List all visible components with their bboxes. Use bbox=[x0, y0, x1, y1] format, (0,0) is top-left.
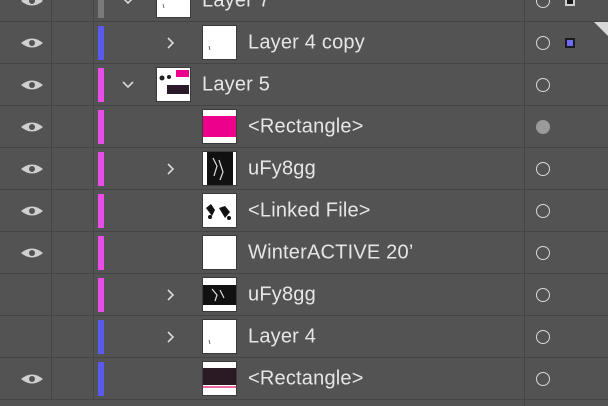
chevron-right-icon[interactable] bbox=[163, 35, 179, 51]
visibility-toggle[interactable] bbox=[0, 316, 52, 357]
visibility-toggle[interactable] bbox=[0, 22, 52, 63]
target-circle-icon[interactable] bbox=[536, 245, 550, 260]
layer-color-bar bbox=[98, 236, 104, 270]
current-layer-corner-icon bbox=[594, 22, 608, 36]
target-circle-icon[interactable] bbox=[536, 119, 550, 134]
lock-toggle[interactable] bbox=[52, 64, 94, 105]
lock-toggle[interactable] bbox=[52, 358, 94, 399]
layer-row[interactable]: Layer 5 bbox=[0, 64, 608, 106]
eye-icon[interactable] bbox=[20, 121, 44, 133]
target-circle-icon[interactable] bbox=[536, 371, 550, 386]
eye-icon[interactable] bbox=[20, 163, 44, 175]
eye-icon[interactable] bbox=[20, 37, 44, 49]
layer-color-bar bbox=[98, 362, 104, 396]
visibility-toggle[interactable] bbox=[0, 274, 52, 315]
eye-icon[interactable] bbox=[20, 0, 44, 7]
chevron-right-icon[interactable] bbox=[163, 287, 179, 303]
layer-thumbnail bbox=[202, 109, 237, 144]
visibility-toggle[interactable] bbox=[0, 148, 52, 189]
eye-icon[interactable] bbox=[20, 247, 44, 259]
visibility-toggle[interactable] bbox=[0, 190, 52, 231]
layer-row[interactable]: <Linked File> bbox=[0, 190, 608, 232]
layers-panel: Layer 7 Layer 4 copy Layer 5 <Rectangle> uFy… bbox=[0, 0, 608, 406]
lock-toggle[interactable] bbox=[52, 274, 94, 315]
target-circle-icon[interactable] bbox=[536, 35, 550, 50]
layer-color-bar bbox=[98, 68, 104, 102]
target-circle-icon[interactable] bbox=[536, 161, 550, 176]
layer-color-bar bbox=[98, 152, 104, 186]
lock-toggle[interactable] bbox=[52, 232, 94, 273]
eye-icon[interactable] bbox=[20, 205, 44, 217]
chevron-right-icon[interactable] bbox=[163, 329, 179, 345]
layer-name[interactable]: Layer 5 bbox=[202, 73, 270, 96]
layer-thumbnail bbox=[156, 67, 191, 102]
target-circle-icon[interactable] bbox=[536, 203, 550, 218]
visibility-toggle[interactable] bbox=[0, 358, 52, 399]
visibility-toggle[interactable] bbox=[0, 232, 52, 273]
lock-toggle[interactable] bbox=[52, 316, 94, 357]
target-circle-icon[interactable] bbox=[536, 0, 550, 8]
layer-color-bar bbox=[98, 278, 104, 312]
layer-thumbnail bbox=[202, 25, 237, 60]
layer-name[interactable]: WinterACTIVE 20’ bbox=[248, 241, 413, 264]
layer-color-bar bbox=[98, 110, 104, 144]
layer-row[interactable]: uFy8gg bbox=[0, 148, 608, 190]
layer-thumbnail bbox=[156, 0, 191, 18]
layer-name[interactable]: Layer 7 bbox=[202, 0, 270, 12]
layer-name[interactable]: Layer 4 bbox=[248, 325, 316, 348]
layer-color-bar bbox=[98, 0, 104, 18]
visibility-toggle[interactable] bbox=[0, 106, 52, 147]
selection-indicator[interactable] bbox=[565, 37, 575, 48]
layer-row[interactable]: Layer 4 copy bbox=[0, 22, 608, 64]
layer-name[interactable]: uFy8gg bbox=[248, 283, 316, 306]
layer-name[interactable]: Layer 4 copy bbox=[248, 31, 365, 54]
chevron-right-icon[interactable] bbox=[163, 161, 179, 177]
lock-toggle[interactable] bbox=[52, 0, 94, 21]
layer-thumbnail bbox=[202, 361, 237, 396]
layer-thumbnail bbox=[202, 235, 237, 270]
layer-color-bar bbox=[98, 320, 104, 354]
chevron-down-icon[interactable] bbox=[120, 0, 136, 9]
layer-thumbnail bbox=[202, 151, 237, 186]
layer-row[interactable]: Layer 4 bbox=[0, 316, 608, 358]
target-circle-icon[interactable] bbox=[536, 287, 550, 302]
layer-name[interactable]: uFy8gg bbox=[248, 157, 316, 180]
layer-row[interactable]: <Rectangle> bbox=[0, 358, 608, 400]
layer-row[interactable]: Layer 7 bbox=[0, 0, 608, 22]
layer-thumbnail bbox=[202, 319, 237, 354]
layer-row[interactable]: uFy8gg bbox=[0, 274, 608, 316]
layer-row[interactable]: WinterACTIVE 20’ bbox=[0, 232, 608, 274]
eye-icon[interactable] bbox=[20, 373, 44, 385]
selection-indicator[interactable] bbox=[565, 0, 575, 6]
lock-toggle[interactable] bbox=[52, 22, 94, 63]
visibility-toggle[interactable] bbox=[0, 0, 52, 21]
eye-icon[interactable] bbox=[20, 79, 44, 91]
layer-name[interactable]: <Rectangle> bbox=[248, 367, 364, 390]
chevron-down-icon[interactable] bbox=[120, 77, 136, 93]
lock-toggle[interactable] bbox=[52, 148, 94, 189]
visibility-toggle[interactable] bbox=[0, 64, 52, 105]
lock-toggle[interactable] bbox=[52, 190, 94, 231]
layer-thumbnail bbox=[202, 193, 237, 228]
target-circle-icon[interactable] bbox=[536, 77, 550, 92]
layer-color-bar bbox=[98, 26, 104, 60]
lock-toggle[interactable] bbox=[52, 106, 94, 147]
layer-thumbnail bbox=[202, 277, 237, 312]
layer-row[interactable]: <Rectangle> bbox=[0, 106, 608, 148]
layer-name[interactable]: <Linked File> bbox=[248, 199, 371, 222]
layer-color-bar bbox=[98, 194, 104, 228]
target-circle-icon[interactable] bbox=[536, 329, 550, 344]
layer-name[interactable]: <Rectangle> bbox=[248, 115, 364, 138]
